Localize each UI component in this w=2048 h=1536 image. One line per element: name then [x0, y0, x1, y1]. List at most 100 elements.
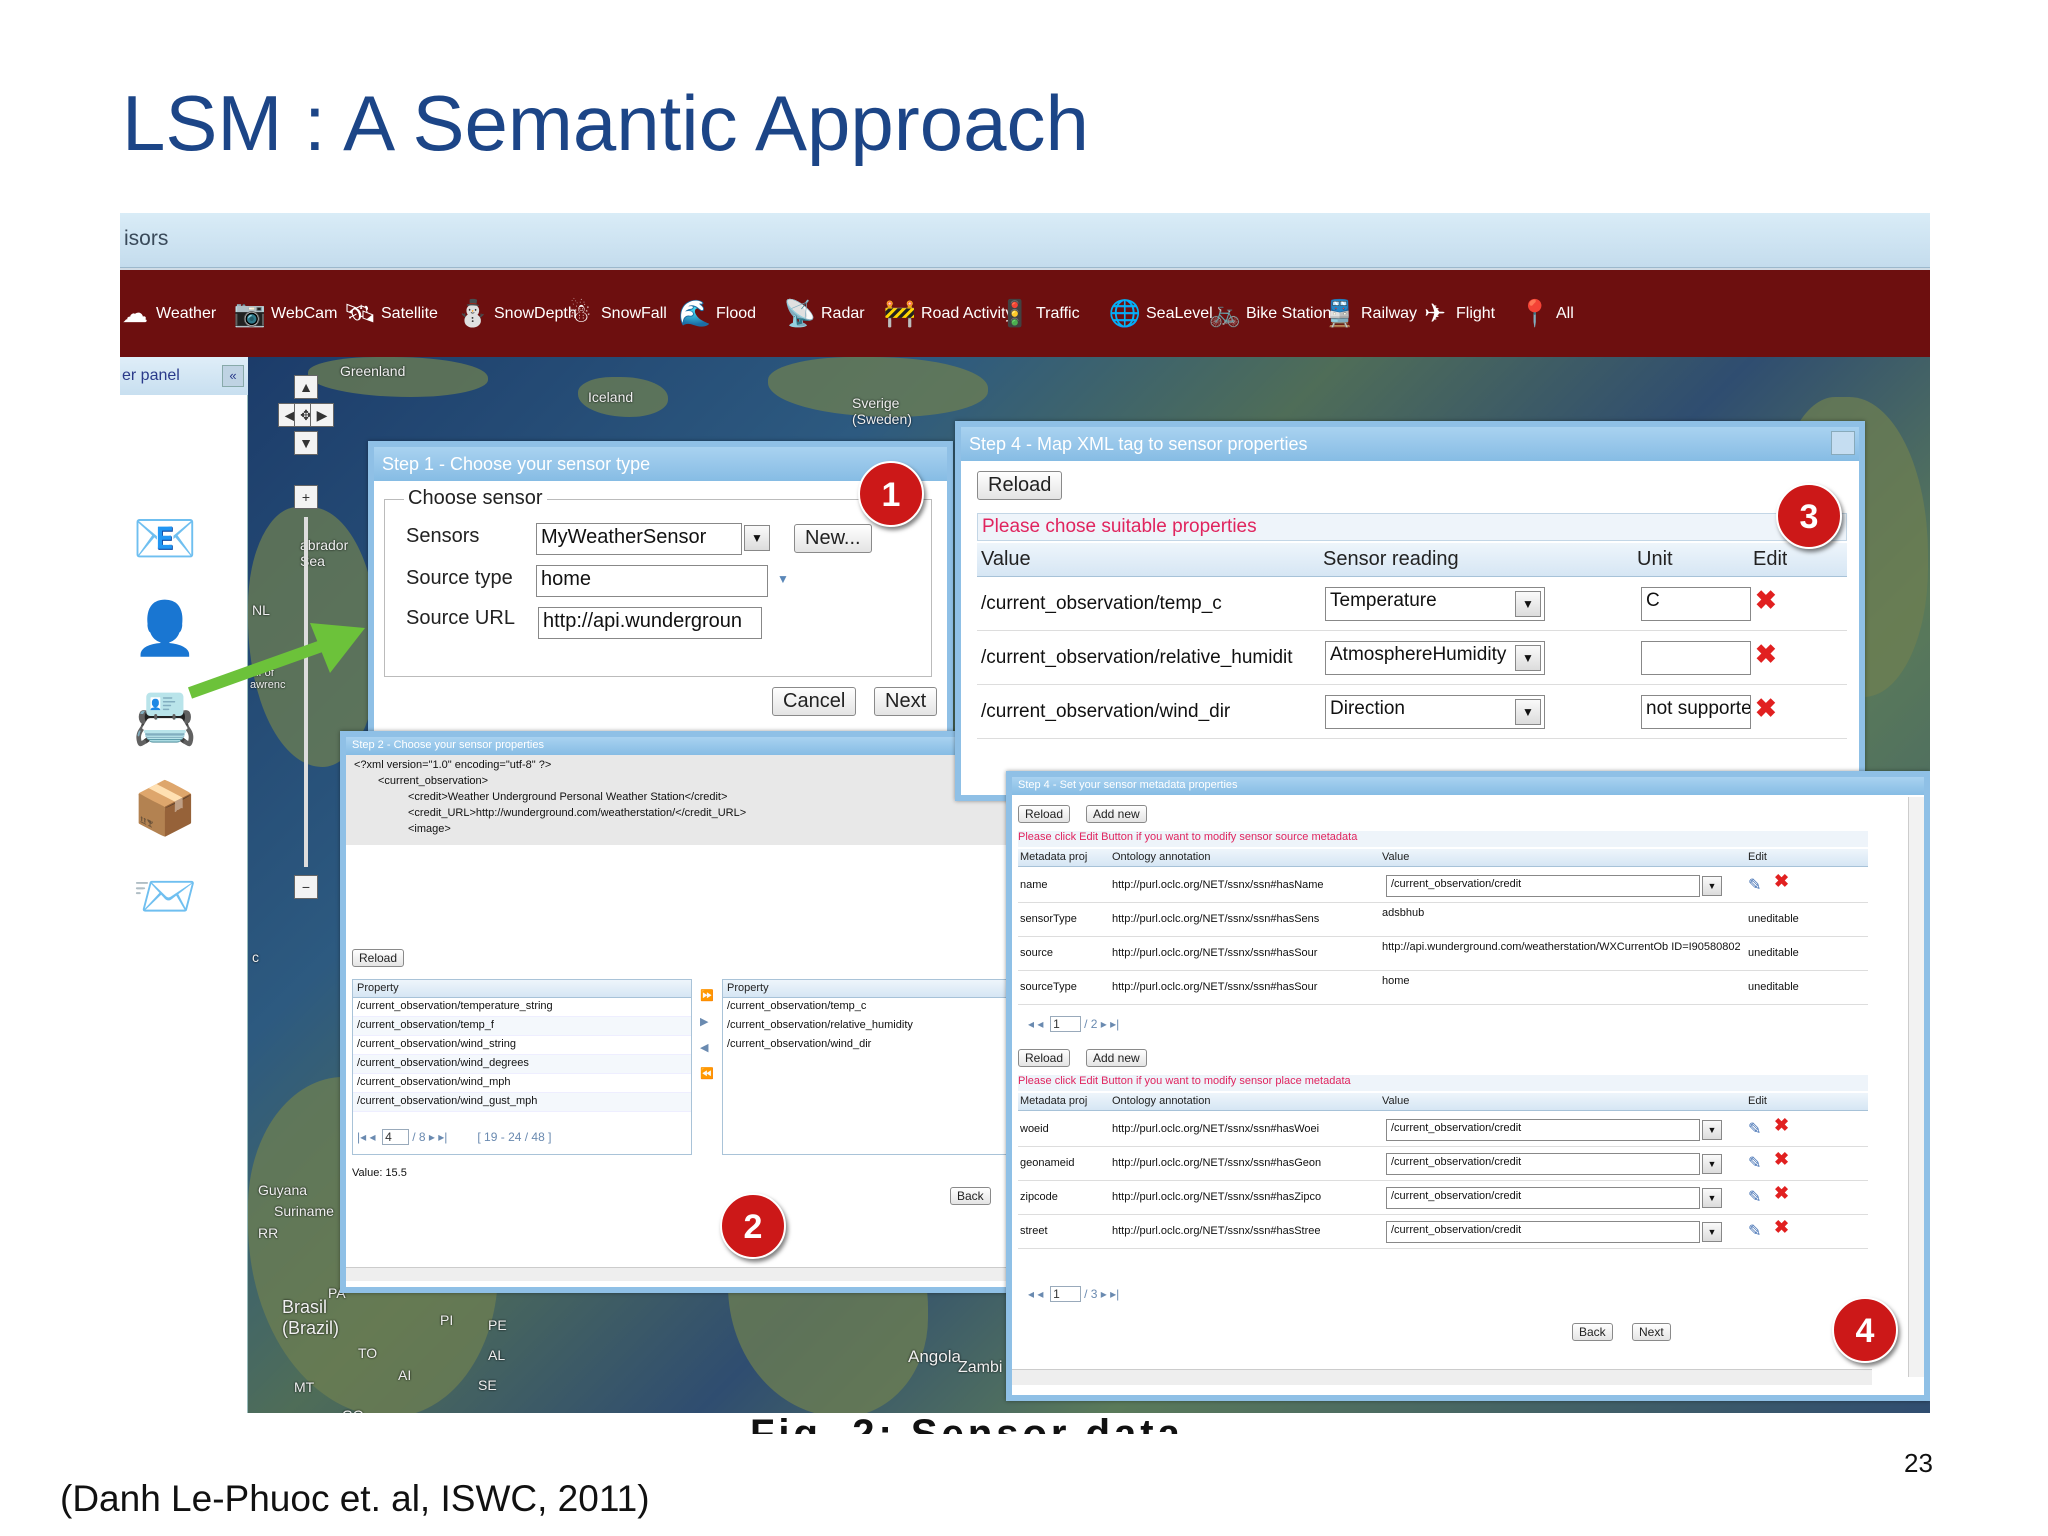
delete-icon[interactable]: ✖: [1774, 871, 1789, 892]
pan-right-button[interactable]: ▶: [310, 403, 334, 427]
list-item[interactable]: /current_observation/relative_humidity: [723, 1017, 1021, 1036]
category-railway[interactable]: 🚆 Railway: [1324, 270, 1417, 357]
category-label: Traffic: [1036, 304, 1080, 322]
category-bike-station[interactable]: 🚲 Bike Station: [1209, 270, 1332, 357]
cancel-button[interactable]: Cancel: [772, 687, 857, 716]
zoom-in-button[interactable]: +: [294, 485, 318, 509]
category-traffic[interactable]: 🚦 Traffic: [998, 270, 1080, 357]
package-icon[interactable]: 📦: [120, 773, 210, 843]
map-label-suriname: Suriname: [274, 1203, 334, 1219]
sensor-reading-select[interactable]: AtmosphereHumidity: [1325, 641, 1545, 675]
chevron-down-icon[interactable]: ▼: [1702, 1222, 1722, 1242]
collapse-panel-button[interactable]: «: [222, 365, 244, 387]
value-select[interactable]: /current_observation/credit: [1386, 1187, 1700, 1209]
category-flood[interactable]: 🌊 Flood: [679, 270, 756, 357]
step2-reload-button[interactable]: Reload: [352, 949, 405, 967]
unit-input[interactable]: C: [1641, 587, 1751, 621]
horizontal-scrollbar[interactable]: [346, 1267, 1024, 1281]
mail-globe-icon[interactable]: 📨: [120, 861, 210, 931]
edit-icon[interactable]: ✎: [1748, 1153, 1761, 1173]
category-all[interactable]: 📍 All: [1519, 270, 1574, 357]
email-search-icon[interactable]: 📧: [120, 503, 210, 573]
category-flight[interactable]: ✈ Flight: [1420, 270, 1495, 357]
chevron-down-icon[interactable]: ▼: [1702, 1188, 1722, 1208]
ontology-cell: http://purl.oclc.org/NET/ssnx/ssn#hasSou…: [1112, 947, 1318, 959]
chevron-down-icon[interactable]: ▼: [1515, 591, 1541, 617]
chevron-down-icon[interactable]: ▼: [744, 525, 770, 551]
pan-down-button[interactable]: ▼: [294, 431, 318, 455]
unit-input[interactable]: not supporte: [1641, 695, 1751, 729]
zoom-out-button[interactable]: −: [294, 875, 318, 899]
category-road-activity[interactable]: 🚧 Road Activity: [884, 270, 1014, 357]
next-button[interactable]: Next: [874, 687, 938, 716]
chevron-down-icon[interactable]: ▼: [1702, 876, 1722, 896]
step2-back-button[interactable]: Back: [950, 1187, 991, 1205]
place-reload-button[interactable]: Reload: [1018, 1049, 1071, 1067]
list-item[interactable]: /current_observation/wind_mph: [353, 1074, 691, 1093]
list-item[interactable]: /current_observation/temp_f: [353, 1017, 691, 1036]
metadata-reload-button[interactable]: Reload: [1018, 805, 1071, 823]
sensors-select[interactable]: MyWeatherSensor: [536, 523, 742, 555]
chevron-down-icon[interactable]: ▼: [1515, 699, 1541, 725]
edit-icon[interactable]: ✎: [1748, 1187, 1761, 1207]
delete-icon[interactable]: ✖: [1755, 693, 1777, 724]
metadata-next-button[interactable]: Next: [1632, 1323, 1671, 1341]
close-icon[interactable]: [1831, 431, 1855, 455]
sensor-reading-select[interactable]: Direction: [1325, 695, 1545, 729]
traffic-light-icon: 🚦: [998, 298, 1032, 328]
unit-input[interactable]: [1641, 641, 1751, 675]
metadata-horizontal-scrollbar[interactable]: [1012, 1369, 1872, 1385]
list-item[interactable]: /current_observation/temperature_string: [353, 998, 691, 1017]
list-item[interactable]: /current_observation/wind_gust_mph: [353, 1093, 691, 1112]
map-label-zambia: Zambi: [958, 1359, 1003, 1376]
pan-up-button[interactable]: ▲: [294, 375, 318, 399]
delete-icon[interactable]: ✖: [1774, 1217, 1789, 1238]
delete-icon[interactable]: ✖: [1774, 1149, 1789, 1170]
value-select[interactable]: /current_observation/credit: [1386, 1221, 1700, 1243]
edit-icon[interactable]: ✎: [1748, 1119, 1761, 1139]
value-select[interactable]: /current_observation/credit: [1386, 1119, 1700, 1141]
list-item[interactable]: /current_observation/wind_dir: [723, 1036, 1021, 1055]
chevron-down-icon[interactable]: ▼: [770, 567, 796, 593]
value-select[interactable]: /current_observation/credit: [1386, 875, 1700, 897]
step-badge-3: 3: [1776, 483, 1842, 549]
delete-icon[interactable]: ✖: [1774, 1115, 1789, 1136]
category-weather[interactable]: ☁ Weather: [120, 270, 216, 357]
category-radar[interactable]: 📡 Radar: [784, 270, 865, 357]
edit-icon[interactable]: ✎: [1748, 875, 1761, 895]
list-item[interactable]: /current_observation/wind_string: [353, 1036, 691, 1055]
value-select[interactable]: /current_observation/credit: [1386, 1153, 1700, 1175]
metadata-vertical-scrollbar[interactable]: [1908, 797, 1924, 1377]
category-snowfall[interactable]: ☃ SnowFall: [565, 270, 666, 357]
category-sealevel[interactable]: 🌐 SeaLevel: [1109, 270, 1213, 357]
sensor-reading-select[interactable]: Temperature: [1325, 587, 1545, 621]
source-instruction: Please click Edit Button if you want to …: [1018, 831, 1868, 847]
source-type-select[interactable]: home: [536, 565, 768, 597]
xml-line: <?xml version="1.0" encoding="utf-8" ?>: [354, 759, 552, 771]
step4-reload-button[interactable]: Reload: [977, 471, 1063, 500]
metadata-back-button[interactable]: Back: [1572, 1323, 1613, 1341]
place-add-button[interactable]: Add new: [1086, 1049, 1147, 1067]
list-item[interactable]: /current_observation/temp_c: [723, 998, 1021, 1017]
chevron-down-icon[interactable]: ▼: [1702, 1120, 1722, 1140]
source-pager: ◂ ◂ 1 / 2 ▸ ▸|: [1028, 1016, 1120, 1032]
category-webcam[interactable]: 📷 WebCam: [234, 270, 338, 357]
category-label: All: [1556, 304, 1574, 322]
category-satellite[interactable]: 🛰 Satellite: [344, 270, 438, 357]
map-label-rr: RR: [258, 1225, 279, 1241]
list-item[interactable]: /current_observation/wind_degrees: [353, 1055, 691, 1074]
edit-icon[interactable]: ✎: [1748, 1221, 1761, 1241]
transfer-buttons[interactable]: ⏩ ▶ ◀ ⏪: [700, 983, 716, 1087]
map-label-pi: PI: [440, 1312, 454, 1328]
source-url-input[interactable]: http://api.wundergroun: [538, 607, 762, 639]
category-label: Bike Station: [1246, 304, 1332, 322]
category-snowdepth[interactable]: ⛄ SnowDepth: [457, 270, 577, 357]
new-sensor-button[interactable]: New...: [794, 524, 872, 553]
chevron-down-icon[interactable]: ▼: [1515, 645, 1541, 671]
delete-icon[interactable]: ✖: [1755, 639, 1777, 670]
delete-icon[interactable]: ✖: [1774, 1183, 1789, 1204]
metadata-add-button[interactable]: Add new: [1086, 805, 1147, 823]
step-badge-1: 1: [858, 461, 924, 527]
delete-icon[interactable]: ✖: [1755, 585, 1777, 616]
chevron-down-icon[interactable]: ▼: [1702, 1154, 1722, 1174]
